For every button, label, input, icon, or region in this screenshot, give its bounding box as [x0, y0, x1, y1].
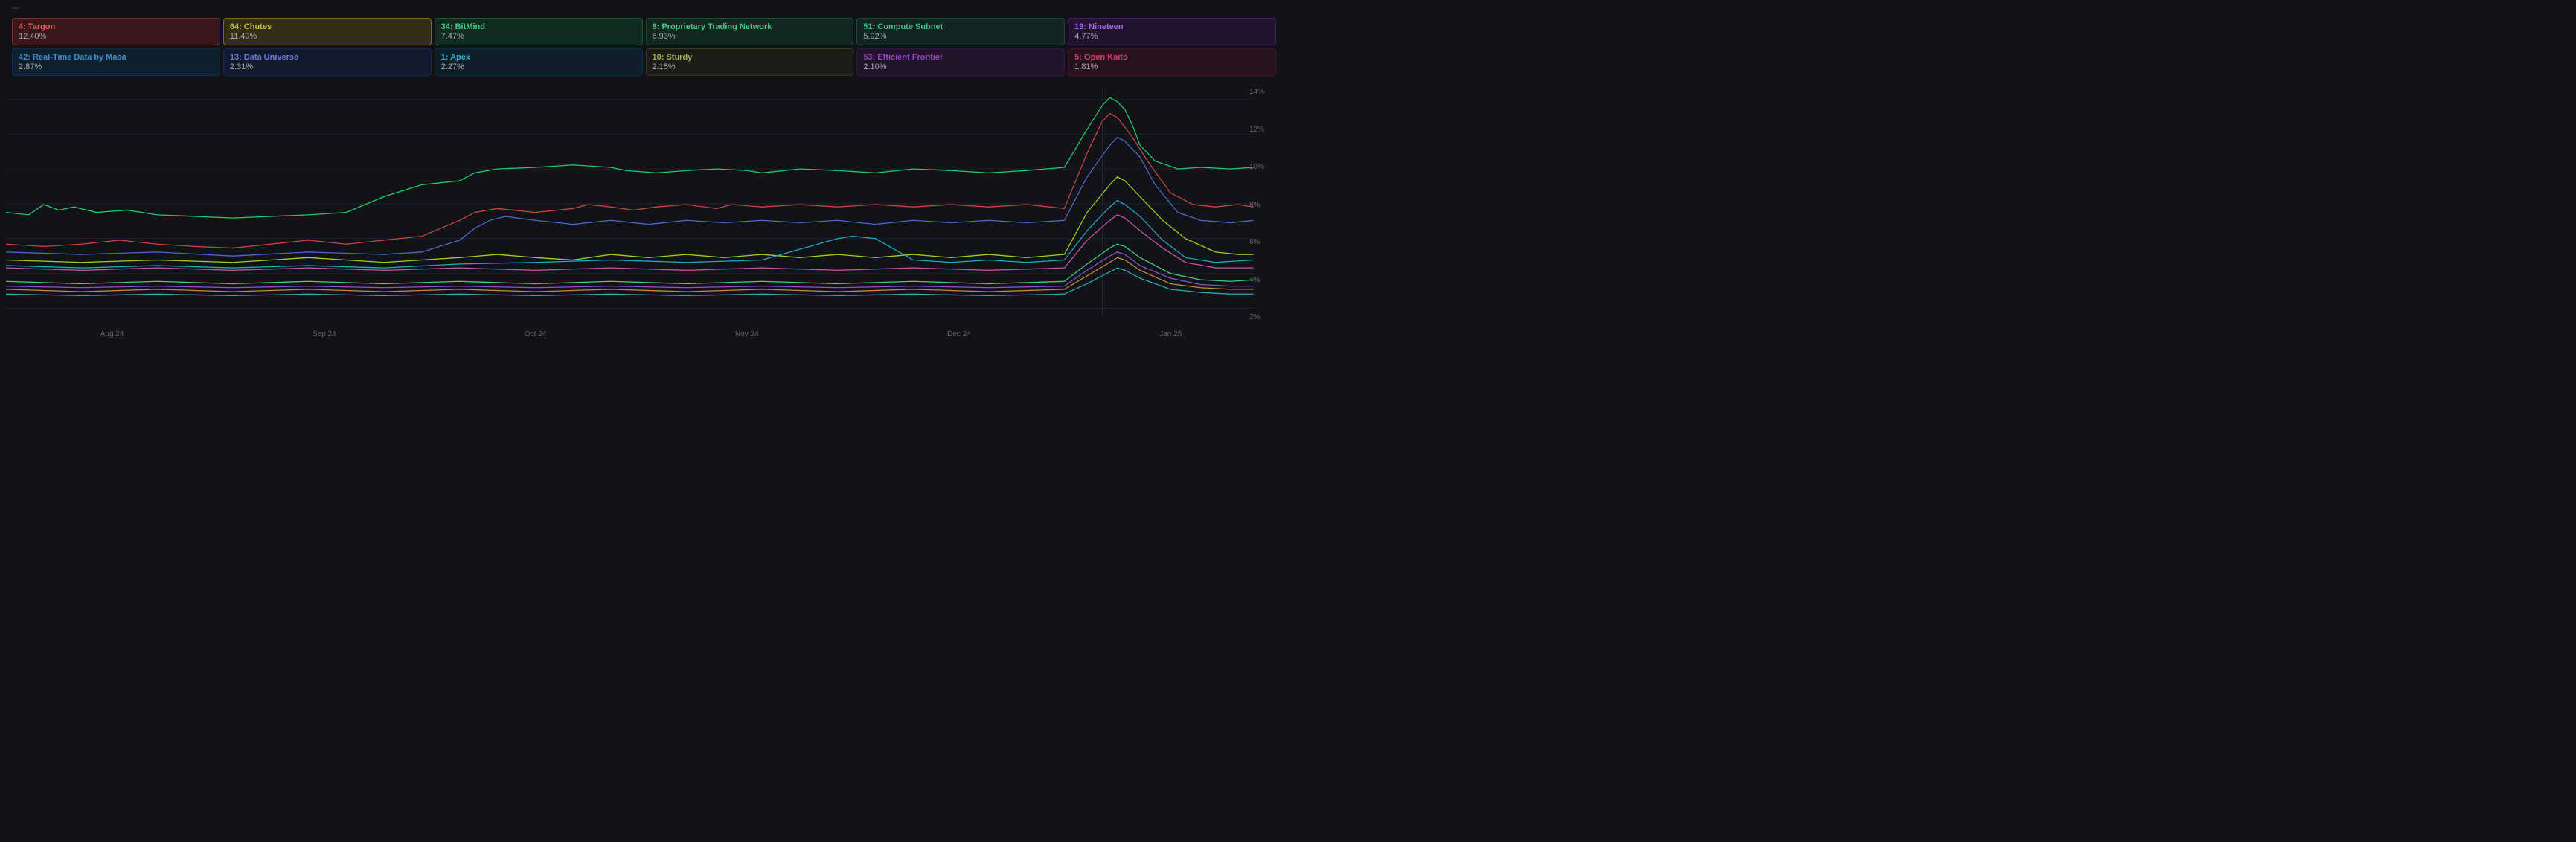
x-axis-label: Sep 24 — [313, 330, 336, 338]
x-axis: Aug 24 Sep 24 Oct 24 Nov 24 Dec 24 Jan 25 — [0, 327, 1288, 338]
y-axis-label: 8% — [1249, 201, 1276, 209]
legend-name-64: 64: Chutes — [230, 22, 425, 31]
legend-pct-1: 2.27% — [441, 62, 636, 71]
legend-name-19: 19: Nineteen — [1074, 22, 1269, 31]
legend-item-53: 53: Efficient Frontier 2.10% — [856, 48, 1065, 76]
legend-pct-42: 2.87% — [19, 62, 214, 71]
legend-item-1: 1: Apex 2.27% — [435, 48, 643, 76]
legend-name-5: 5: Open Kaito — [1074, 53, 1269, 62]
legend-item-64: 64: Chutes 11.49% — [223, 18, 432, 45]
chart-container: 14% 12% 10% 8% 6% 4% 2% — [0, 82, 1288, 327]
legend-pct-34: 7.47% — [441, 32, 636, 41]
legend-name-13: 13: Data Universe — [230, 53, 425, 62]
legend-name-53: 53: Efficient Frontier — [863, 53, 1058, 62]
y-axis-label: 10% — [1249, 163, 1276, 171]
legend-item-42: 42: Real-Time Data by Masa 2.87% — [12, 48, 220, 76]
legend-pct-8: 6.93% — [653, 32, 848, 41]
legend-pct-53: 2.10% — [863, 62, 1058, 71]
x-axis-label: Jan 25 — [1159, 330, 1182, 338]
legend-item-4: 4: Targon 12.40% — [12, 18, 220, 45]
chart-area: 14% 12% 10% 8% 6% 4% 2% — [6, 82, 1276, 327]
x-axis-label: Aug 24 — [100, 330, 124, 338]
header — [0, 0, 1288, 13]
brand-label — [12, 7, 19, 9]
legend-pct-64: 11.49% — [230, 32, 425, 41]
legend-pct-10: 2.15% — [653, 62, 848, 71]
legend-pct-5: 1.81% — [1074, 62, 1269, 71]
line-compute — [6, 201, 1254, 268]
y-axis: 14% 12% 10% 8% 6% 4% 2% — [1249, 82, 1276, 327]
x-axis-label: Dec 24 — [947, 330, 971, 338]
legend-name-8: 8: Proprietary Trading Network — [653, 22, 848, 31]
legend-name-10: 10: Sturdy — [653, 53, 848, 62]
legend-name-42: 42: Real-Time Data by Masa — [19, 53, 214, 62]
y-axis-label: 4% — [1249, 276, 1276, 284]
legend-pct-13: 2.31% — [230, 62, 425, 71]
legend-item-51: 51: Compute Subnet 5.92% — [856, 18, 1065, 45]
x-axis-label: Nov 24 — [735, 330, 759, 338]
x-axis-label: Oct 24 — [525, 330, 546, 338]
legend-name-34: 34: BitMind — [441, 22, 636, 31]
legend-item-13: 13: Data Universe 2.31% — [223, 48, 432, 76]
line-targon — [6, 97, 1254, 218]
legend-item-19: 19: Nineteen 4.77% — [1068, 18, 1276, 45]
legend-item-5: 5: Open Kaito 1.81% — [1068, 48, 1276, 76]
line-chutes — [6, 114, 1254, 248]
line-masa — [6, 215, 1254, 271]
legend-item-8: 8: Proprietary Trading Network 6.93% — [646, 18, 854, 45]
line-bitmind — [6, 138, 1254, 257]
y-axis-label: 6% — [1249, 238, 1276, 246]
legend-pct-19: 4.77% — [1074, 32, 1269, 41]
y-axis-label: 12% — [1249, 126, 1276, 134]
y-axis-label: 14% — [1249, 88, 1276, 96]
y-axis-label: 2% — [1249, 313, 1276, 321]
legend-item-10: 10: Sturdy 2.15% — [646, 48, 854, 76]
legend-name-51: 51: Compute Subnet — [863, 22, 1058, 31]
legend-pct-51: 5.92% — [863, 32, 1058, 41]
legend-item-34: 34: BitMind 7.47% — [435, 18, 643, 45]
legend-pct-4: 12.40% — [19, 32, 214, 41]
line-ptn — [6, 177, 1254, 263]
legend-name-1: 1: Apex — [441, 53, 636, 62]
legend-name-4: 4: Targon — [19, 22, 214, 31]
legend-grid: 4: Targon 12.40% 64: Chutes 11.49% 34: B… — [0, 13, 1288, 79]
chart-svg — [6, 82, 1276, 327]
